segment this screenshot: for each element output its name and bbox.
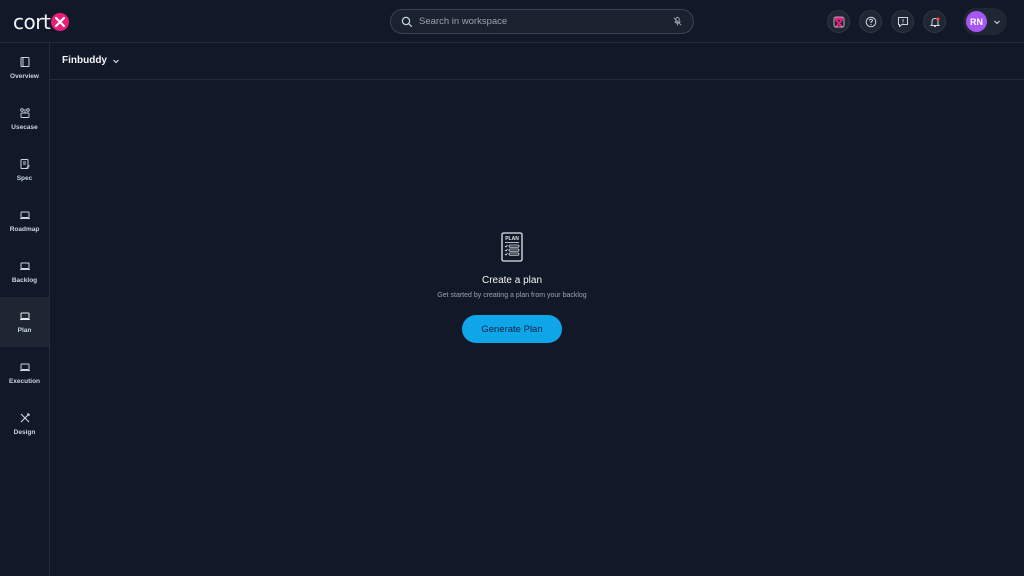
execution-icon — [19, 363, 30, 371]
feedback-icon — [897, 16, 908, 28]
notifications-button[interactable] — [923, 10, 946, 33]
top-bar: cort Search in workspace RN — [0, 0, 1024, 43]
plan-illustration-label: PLAN — [505, 236, 519, 242]
plan-icon — [19, 312, 30, 320]
sidebar-item-design[interactable]: Design — [0, 399, 49, 449]
chevron-down-icon — [994, 20, 1000, 24]
app-logo[interactable]: cort — [13, 10, 70, 34]
design-icon — [20, 412, 30, 423]
user-menu[interactable]: RN — [963, 8, 1007, 35]
search-input[interactable] — [419, 16, 672, 27]
sidebar-item-label: Backlog — [11, 277, 38, 284]
sidebar-item-execution[interactable]: Execution — [0, 348, 49, 398]
search-bar[interactable] — [390, 9, 694, 34]
sidebar-item-roadmap[interactable]: Roadmap — [0, 196, 49, 246]
microphone-off-icon[interactable] — [672, 16, 683, 27]
chevron-down-icon — [113, 59, 119, 63]
roadmap-icon — [19, 211, 30, 219]
logo-x-icon — [51, 13, 70, 31]
help-button[interactable] — [859, 10, 882, 33]
spec-icon — [20, 159, 30, 169]
sidebar-item-label: Roadmap — [9, 226, 40, 233]
cortex-assistant-icon — [833, 16, 844, 28]
project-selector[interactable]: Finbuddy — [62, 55, 120, 66]
sidebar-item-label: Design — [13, 429, 36, 436]
backlog-icon — [19, 262, 30, 270]
sidebar-item-backlog[interactable]: Backlog — [0, 247, 49, 297]
project-name: Finbuddy — [62, 55, 107, 66]
notification-bell-icon — [929, 16, 940, 27]
help-icon — [865, 16, 876, 27]
sidebar-item-label: Plan — [17, 327, 32, 334]
logo-text: cort — [13, 10, 51, 34]
sidebar-item-plan[interactable]: Plan — [0, 297, 49, 347]
sidebar-item-label: Usecase — [11, 124, 38, 131]
sidebar: Overview Usecase Spec Roadmap Backlog Pl… — [0, 43, 50, 576]
plan-document-icon: PLAN — [501, 232, 523, 262]
sidebar-item-usecase[interactable]: Usecase — [0, 94, 49, 144]
generate-plan-button[interactable]: Generate Plan — [462, 315, 562, 343]
sidebar-item-overview[interactable]: Overview — [0, 43, 49, 93]
search-icon — [401, 16, 413, 27]
empty-state-subtitle: Get started by creating a plan from your… — [437, 292, 587, 299]
overview-icon — [20, 57, 29, 67]
project-header: Finbuddy — [50, 43, 1024, 80]
sidebar-item-label: Execution — [8, 378, 41, 385]
usecase-icon — [19, 108, 30, 118]
cortex-assistant-button[interactable] — [827, 10, 850, 33]
empty-state-title: Create a plan — [481, 275, 543, 286]
feedback-button[interactable] — [891, 10, 914, 33]
sidebar-item-spec[interactable]: Spec — [0, 145, 49, 195]
avatar: RN — [966, 11, 987, 32]
sidebar-item-label: Spec — [16, 175, 33, 182]
sidebar-item-label: Overview — [10, 73, 39, 80]
